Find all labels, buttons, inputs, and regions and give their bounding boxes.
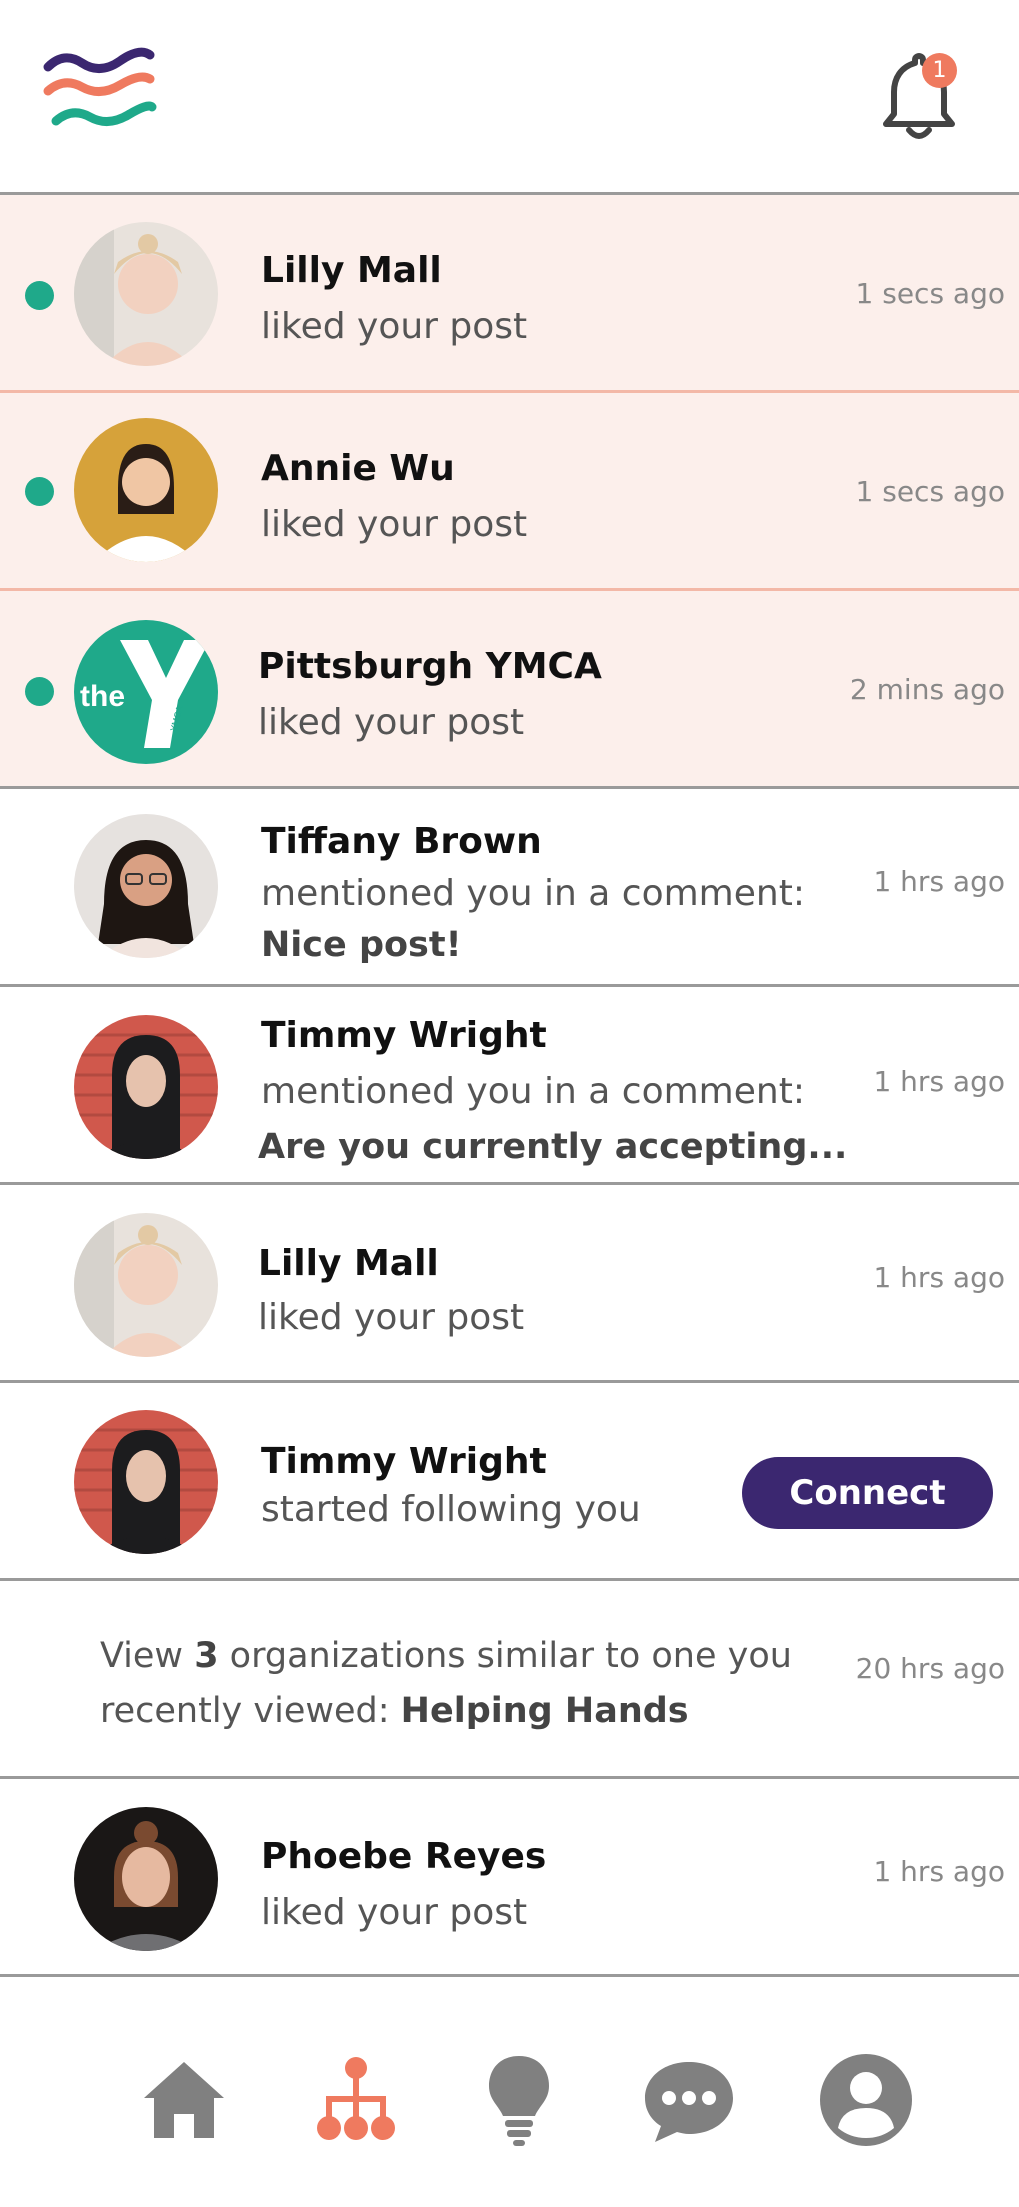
- notification-item[interactable]: Phoebe Reyes liked your post 1 hrs ago: [0, 1779, 1019, 1977]
- suggestion-count: 3: [194, 1636, 219, 1676]
- home-icon[interactable]: [136, 2052, 232, 2148]
- notification-badge: 1: [922, 53, 957, 88]
- chat-icon[interactable]: [641, 2052, 737, 2148]
- notification-time: 1 secs ago: [855, 475, 1005, 508]
- svg-text:the: the: [80, 680, 125, 713]
- connect-button[interactable]: Connect: [742, 1457, 993, 1529]
- notification-time: 20 hrs ago: [855, 1652, 1005, 1685]
- top-header: 1: [0, 0, 1019, 195]
- profile-icon[interactable]: [818, 2052, 914, 2148]
- notification-action: liked your post: [261, 1892, 528, 1933]
- network-icon[interactable]: [308, 2052, 404, 2148]
- notification-action: liked your post: [261, 306, 528, 347]
- notification-time: 1 hrs ago: [873, 1065, 1005, 1098]
- suggestion-line-2: recently viewed: Helping Hands: [100, 1691, 689, 1731]
- notification-action: mentioned you in a comment:: [261, 1071, 805, 1112]
- notification-time: 1 hrs ago: [873, 1855, 1005, 1888]
- unread-dot: [25, 477, 54, 506]
- suggestion-org-link: Helping Hands: [400, 1691, 689, 1731]
- avatar: [74, 418, 218, 562]
- avatar: [74, 1015, 218, 1159]
- notification-item[interactable]: Tiffany Brown mentioned you in a comment…: [0, 789, 1019, 987]
- notification-time: 2 mins ago: [849, 673, 1005, 706]
- notification-action: liked your post: [258, 702, 525, 743]
- notification-name[interactable]: Pittsburgh YMCA: [258, 646, 602, 687]
- notification-item[interactable]: Lilly Mall liked your post 1 hrs ago: [0, 1185, 1019, 1383]
- notification-name[interactable]: Timmy Wright: [261, 1015, 547, 1056]
- suggestion-item[interactable]: View 3 organizations similar to one you …: [0, 1581, 1019, 1779]
- avatar: [74, 814, 218, 958]
- lightbulb-icon[interactable]: [471, 2052, 567, 2148]
- notification-time: 1 hrs ago: [873, 865, 1005, 898]
- notification-name[interactable]: Phoebe Reyes: [261, 1836, 546, 1877]
- unread-dot: [25, 281, 54, 310]
- notification-name[interactable]: Timmy Wright: [261, 1441, 547, 1482]
- notification-item[interactable]: Timmy Wright mentioned you in a comment:…: [0, 987, 1019, 1185]
- notification-name[interactable]: Lilly Mall: [261, 250, 442, 291]
- notification-action: liked your post: [258, 1297, 525, 1338]
- avatar: [74, 222, 218, 366]
- notification-list: Lilly Mall liked your post 1 secs ago An…: [0, 195, 1019, 1977]
- notification-name[interactable]: Annie Wu: [261, 448, 455, 489]
- comment-preview: Nice post!: [261, 925, 462, 965]
- notification-item[interactable]: the YMCA Pittsburgh YMCA liked your post…: [0, 591, 1019, 789]
- comment-preview: Are you currently accepting...: [258, 1127, 848, 1167]
- notification-name[interactable]: Lilly Mall: [258, 1243, 439, 1284]
- ymca-logo: the YMCA: [74, 620, 218, 764]
- notification-action: liked your post: [261, 504, 528, 545]
- notification-action: started following you: [261, 1489, 641, 1530]
- avatar: [74, 1213, 218, 1357]
- waves-logo[interactable]: [42, 45, 158, 145]
- notification-item[interactable]: Lilly Mall liked your post 1 secs ago: [0, 195, 1019, 393]
- notification-time: 1 hrs ago: [873, 1261, 1005, 1294]
- unread-dot: [25, 677, 54, 706]
- avatar: [74, 1410, 218, 1554]
- notification-name[interactable]: Tiffany Brown: [261, 821, 542, 862]
- avatar: [74, 1807, 218, 1951]
- notification-item[interactable]: Annie Wu liked your post 1 secs ago: [0, 393, 1019, 591]
- suggestion-line-1: View 3 organizations similar to one you: [100, 1636, 792, 1676]
- notification-action: mentioned you in a comment:: [261, 873, 805, 914]
- notification-time: 1 secs ago: [855, 277, 1005, 310]
